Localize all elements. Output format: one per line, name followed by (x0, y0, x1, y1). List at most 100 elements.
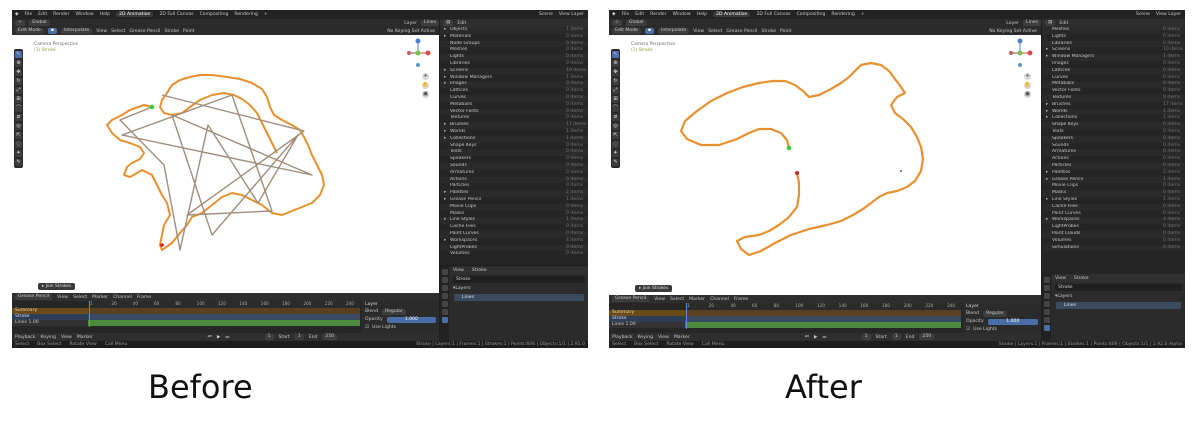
scene-selector[interactable]: Scene (539, 12, 553, 17)
channel-lines[interactable]: Lines 1.00 (609, 322, 685, 328)
blend-dropdown[interactable]: Regular (382, 309, 406, 315)
view-layer-selector[interactable]: View Layer (559, 12, 584, 17)
use-lights-checkbox[interactable]: ☑ (966, 327, 970, 332)
tl-menu-frame[interactable]: Frame (734, 297, 748, 302)
jump-start-icon[interactable]: ⏮ (805, 334, 809, 340)
jump-end-icon[interactable]: ⏭ (822, 334, 826, 340)
tab-compositing[interactable]: Compositing (200, 12, 229, 17)
tl-menu-marker[interactable]: Marker (92, 295, 108, 300)
stroke-tab[interactable]: Stroke (472, 268, 487, 273)
interpolate-button[interactable]: Interpolate (658, 28, 690, 34)
outliner-row[interactable]: ▸ Palettes 2 items (440, 190, 588, 197)
cursor-tool-icon[interactable]: ⊹ (612, 20, 622, 26)
layer-list-item[interactable]: Lines (454, 294, 584, 301)
current-frame-field[interactable]: 1 (861, 334, 871, 340)
outliner-row[interactable]: LightProbes 0 items (1042, 224, 1185, 231)
tab-2d-full-canvas[interactable]: 2D Full Canvas (756, 12, 790, 17)
view-tab[interactable]: View (1055, 276, 1066, 281)
tl-menu-select[interactable]: Select (73, 295, 87, 300)
mode-dropdown[interactable]: Grease Pencil (15, 294, 53, 300)
outliner-row[interactable]: Images 0 items (1042, 61, 1185, 68)
display-mode-icon[interactable]: ▤ (1045, 20, 1056, 26)
orientation-dropdown[interactable]: Global (625, 20, 647, 26)
outliner-filter[interactable]: Edit (457, 21, 466, 26)
menu-select[interactable]: Select (111, 29, 125, 34)
scene-tab-icon[interactable] (441, 293, 448, 299)
tool-tab-icon[interactable] (1043, 277, 1050, 283)
outliner-row[interactable]: Lattices 0 items (440, 88, 588, 95)
outliner-row[interactable]: ▸ Objects 1 items (440, 27, 588, 34)
outliner-row[interactable]: ▸ Line Styles 1 items (1042, 197, 1185, 204)
frame-ruler[interactable]: 1 20 40 60 80 100 120 140 160 180 200 220 240 (88, 301, 360, 308)
menu-point[interactable]: Point (183, 29, 194, 34)
layer-dropdown[interactable]: Lines (421, 20, 439, 26)
scene-selector[interactable]: Scene (1136, 12, 1150, 17)
last-operator-panel[interactable]: ▸ Join Strokes (38, 283, 76, 290)
outliner-filter[interactable]: Edit (1059, 21, 1068, 26)
pb-playback[interactable]: Playback (612, 335, 633, 340)
select-mode-icon[interactable]: ▪ (644, 28, 654, 34)
output-tab-icon[interactable] (441, 285, 448, 291)
outliner-row[interactable]: Meshes 0 items (1042, 27, 1185, 34)
object-name-field[interactable]: Stroke (453, 276, 585, 283)
start-frame-field[interactable]: 1 (891, 334, 901, 340)
view-layer-selector[interactable]: View Layer (1156, 12, 1181, 17)
outliner-row[interactable]: Sounds 0 items (440, 162, 588, 170)
outliner-row[interactable]: Curves 0 items (440, 94, 588, 102)
playhead[interactable] (686, 303, 687, 329)
tl-menu-channel[interactable]: Channel (113, 295, 132, 300)
lines-track[interactable] (88, 320, 360, 326)
jump-end-icon[interactable]: ⏭ (225, 334, 229, 340)
outliner-row[interactable]: Particles 0 items (1042, 162, 1185, 170)
outliner-row[interactable]: Lights 0 items (440, 54, 588, 61)
outliner-row[interactable]: ▸ Worlds 1 items (440, 129, 588, 136)
menu-stroke[interactable]: Stroke (761, 29, 776, 34)
outliner-row[interactable]: Simulations 0 items (1042, 244, 1185, 252)
pb-view[interactable]: View (61, 335, 72, 340)
outliner-row[interactable]: Lights 0 items (1042, 34, 1185, 41)
add-workspace-button[interactable]: + (861, 12, 865, 17)
channel-lines[interactable]: Lines 1.00 (12, 320, 88, 326)
world-tab-icon[interactable] (441, 301, 448, 307)
tab-2d-full-canvas[interactable]: 2D Full Canvas (159, 12, 193, 17)
outliner-row[interactable]: Shape Keys 0 items (1042, 122, 1185, 129)
blender-logo-icon[interactable]: ◆ (15, 12, 19, 17)
outliner-row[interactable]: ▸ Brushes 17 items (1042, 102, 1185, 109)
outliner-row[interactable]: Vector Fonts 0 items (1042, 88, 1185, 95)
tab-2d-animation[interactable]: 2D Animation (116, 12, 154, 17)
outliner-row[interactable]: Cache Files 0 items (440, 224, 588, 231)
mode-dropdown[interactable]: Edit Mode (15, 28, 44, 34)
menu-grease-pencil[interactable]: Grease Pencil (726, 29, 757, 34)
render-tab-icon[interactable] (1043, 285, 1050, 291)
tab-compositing[interactable]: Compositing (797, 12, 826, 17)
outliner-row[interactable]: Point Clouds 0 items (1042, 230, 1185, 238)
outliner-row[interactable]: ▸ Palettes 2 items (1042, 170, 1185, 177)
output-tab-icon[interactable] (1043, 293, 1050, 299)
outliner-row[interactable]: ▸ Grease Pencil 1 items (440, 197, 588, 204)
outliner-row[interactable]: Armatures 0 items (440, 170, 588, 177)
menu-render[interactable]: Render (53, 12, 69, 17)
display-mode-icon[interactable]: ▤ (443, 20, 454, 26)
object-tab-icon[interactable] (441, 309, 448, 315)
layer-list-item[interactable]: Lines (1056, 302, 1181, 309)
pb-marker[interactable]: Marker (674, 335, 690, 340)
world-tab-icon[interactable] (1043, 309, 1050, 315)
cursor-tool-icon[interactable]: ⊹ (15, 20, 25, 26)
jump-start-icon[interactable]: ⏮ (208, 334, 212, 340)
outliner-row[interactable]: Volumes 0 items (440, 251, 588, 258)
outliner-row[interactable]: Volumes 0 items (1042, 238, 1185, 245)
layers-section-header[interactable]: ▾ Layers (1052, 293, 1185, 300)
stroke-tab[interactable]: Stroke (1074, 276, 1089, 281)
outliner-row[interactable]: Texts 0 items (1042, 129, 1185, 136)
drawing-strokes[interactable] (609, 35, 1041, 295)
scene-tab-icon[interactable] (1043, 301, 1050, 307)
outliner-row[interactable]: ▸ Brushes 17 items (440, 122, 588, 129)
viewport-canvas[interactable]: Camera Perspective (1) Stroke ↖ ⊕ ✥ ↻ ⤢ … (12, 35, 439, 293)
tl-menu-frame[interactable]: Frame (137, 295, 151, 300)
outliner-row[interactable]: Lattices 0 items (1042, 67, 1185, 75)
layers-section-header[interactable]: ▾ Layers (450, 285, 588, 292)
current-frame-field[interactable]: 1 (264, 334, 274, 340)
tl-menu-marker[interactable]: Marker (689, 297, 705, 302)
end-frame-field[interactable]: 250 (919, 334, 935, 340)
outliner-row[interactable]: Masks 0 items (1042, 190, 1185, 197)
